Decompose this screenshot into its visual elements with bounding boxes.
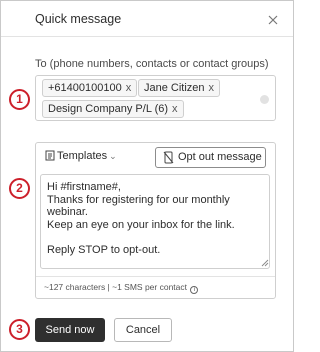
info-icon[interactable]: i (190, 286, 199, 294)
close-icon[interactable] (267, 13, 279, 25)
recipient-chip-label: Jane Citizen (144, 82, 205, 94)
templates-dropdown[interactable]: Templates ⌄ (45, 150, 117, 162)
annotation-marker-3: 3 (9, 319, 30, 340)
cancel-button[interactable]: Cancel (114, 318, 172, 342)
message-stats-text: ~127 characters | ~1 SMS per contact (44, 282, 188, 292)
recipient-chip-label: +61400100100 (48, 82, 122, 94)
recipients-input[interactable]: +61400100100 x Jane Citizen x Design Compa… (35, 75, 276, 121)
remove-chip-icon[interactable]: x (172, 103, 178, 115)
message-composer: Templates ⌄ Opt out message Hi #firstname… (35, 142, 276, 299)
quick-message-dialog: Quick message To (phone numbers, contact… (0, 0, 294, 352)
remove-chip-icon[interactable]: x (209, 82, 215, 94)
templates-label: Templates (57, 150, 108, 162)
annotation-marker-1: 1 (9, 89, 30, 110)
dialog-title: Quick message (35, 12, 122, 26)
chevron-down-icon: ⌄ (109, 151, 117, 161)
recipient-chip[interactable]: +61400100100 x (42, 79, 138, 97)
recipient-chip-label: Design Company P/L (6) (48, 103, 169, 115)
opt-out-icon (163, 151, 174, 164)
recipient-chip[interactable]: Jane Citizen x (138, 79, 221, 97)
opt-out-label: Opt out message (178, 151, 262, 163)
message-textarea[interactable]: Hi #firstname#, Thanks for registering f… (40, 174, 270, 269)
annotation-marker-2: 2 (9, 178, 30, 199)
resize-handle-icon[interactable] (261, 259, 269, 267)
remove-chip-icon[interactable]: x (126, 82, 132, 94)
dialog-header: Quick message (1, 1, 293, 37)
document-icon (45, 150, 55, 161)
recipients-label: To (phone numbers, contacts or contact g… (35, 58, 269, 70)
message-stats: ~127 characters | ~1 SMS per contact i (36, 276, 275, 298)
clear-recipients-icon[interactable] (260, 95, 269, 104)
opt-out-message-button[interactable]: Opt out message (155, 147, 266, 168)
send-now-button[interactable]: Send now (35, 318, 105, 342)
recipient-chip[interactable]: Design Company P/L (6) x (42, 100, 184, 118)
